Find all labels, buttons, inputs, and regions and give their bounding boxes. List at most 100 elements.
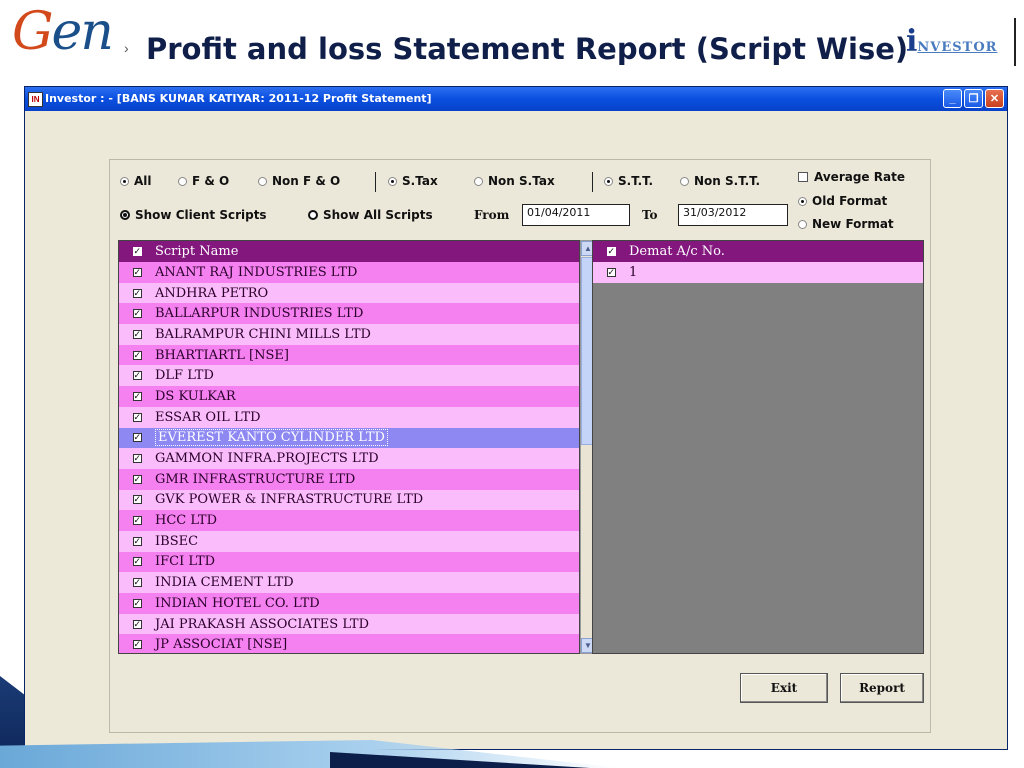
table-row[interactable]: ✓ ANDHRA PETRO bbox=[119, 282, 579, 304]
table-row[interactable]: ✓ BALRAMPUR CHINI MILLS LTD bbox=[119, 324, 579, 345]
report-panel: All F & O Non F & O S.Tax Non S.Tax S.T.… bbox=[109, 159, 931, 733]
demat-grid: ✓ Demat A/c No. ✓ 1 bbox=[592, 240, 924, 654]
select-all-demat-checkbox[interactable]: ✓ bbox=[606, 247, 616, 257]
exit-button[interactable]: Exit bbox=[740, 673, 828, 703]
close-button[interactable]: ✕ bbox=[985, 89, 1004, 108]
row-checkbox[interactable]: ✓ bbox=[132, 391, 142, 401]
radio-icon bbox=[120, 176, 129, 186]
script-name: EVEREST KANTO CYLINDER LTD bbox=[155, 429, 388, 447]
row-checkbox[interactable]: ✓ bbox=[132, 267, 142, 277]
table-row[interactable]: ✓ DLF LTD bbox=[119, 365, 579, 387]
script-name: GAMMON INFRA.PROJECTS LTD bbox=[155, 451, 379, 467]
table-row[interactable]: ✓ 1 bbox=[593, 262, 923, 283]
table-row[interactable]: ✓ GVK POWER & INFRASTRUCTURE LTD bbox=[119, 489, 579, 511]
script-name: BALRAMPUR CHINI MILLS LTD bbox=[155, 326, 371, 342]
radio-icon bbox=[120, 210, 130, 220]
row-checkbox[interactable]: ✓ bbox=[132, 495, 142, 505]
select-all-scripts-checkbox[interactable]: ✓ bbox=[132, 247, 142, 257]
row-checkbox[interactable]: ✓ bbox=[132, 557, 142, 567]
header-divider bbox=[1014, 18, 1016, 66]
script-name: HCC LTD bbox=[155, 513, 218, 529]
radio-fo[interactable]: F & O bbox=[178, 174, 229, 188]
demat-header: Demat A/c No. bbox=[629, 244, 725, 259]
radio-non-stax[interactable]: Non S.Tax bbox=[474, 174, 555, 188]
table-row[interactable]: ✓ INDIA CEMENT LTD bbox=[119, 572, 579, 593]
demat-grid-header: ✓ Demat A/c No. bbox=[593, 241, 923, 262]
table-row[interactable]: ✓ BALLARPUR INDUSTRIES LTD bbox=[119, 303, 579, 325]
script-name: BHARTIARTL [NSE] bbox=[155, 347, 289, 363]
radio-old-format[interactable]: Old Format bbox=[798, 194, 887, 208]
table-row[interactable]: ✓ ANANT RAJ INDUSTRIES LTD bbox=[119, 262, 579, 283]
radio-show-all-scripts[interactable]: Show All Scripts bbox=[308, 208, 433, 222]
app-window: IN Investor : - [BANS KUMAR KATIYAR: 201… bbox=[24, 86, 1008, 750]
from-label: From bbox=[474, 208, 510, 222]
restore-button[interactable]: ❐ bbox=[964, 89, 983, 108]
script-name: JP ASSOCIAT [NSE] bbox=[155, 637, 288, 653]
script-name: IBSEC bbox=[155, 533, 199, 549]
row-checkbox[interactable]: ✓ bbox=[132, 474, 142, 484]
row-checkbox[interactable]: ✓ bbox=[132, 598, 142, 608]
separator bbox=[375, 172, 376, 192]
radio-non-stt[interactable]: Non S.T.T. bbox=[680, 174, 760, 188]
script-name: IFCI LTD bbox=[155, 554, 216, 570]
radio-icon bbox=[680, 176, 689, 186]
row-checkbox[interactable]: ✓ bbox=[132, 412, 142, 422]
table-row[interactable]: ✓ BHARTIARTL [NSE] bbox=[119, 344, 579, 366]
row-checkbox[interactable]: ✓ bbox=[132, 433, 142, 443]
gen-logo: Gen bbox=[12, 2, 114, 62]
script-name: JAI PRAKASH ASSOCIATES LTD bbox=[155, 616, 369, 632]
radio-new-format[interactable]: New Format bbox=[798, 217, 894, 231]
window-title: Investor : - [BANS KUMAR KATIYAR: 2011-1… bbox=[45, 92, 432, 105]
script-name: ANDHRA PETRO bbox=[155, 285, 269, 301]
slide-title: Profit and loss Statement Report (Script… bbox=[146, 32, 909, 66]
window-titlebar[interactable]: IN Investor : - [BANS KUMAR KATIYAR: 201… bbox=[25, 87, 1007, 111]
row-checkbox[interactable]: ✓ bbox=[132, 578, 142, 588]
radio-icon bbox=[604, 176, 613, 186]
table-row[interactable]: ✓ EVEREST KANTO CYLINDER LTD bbox=[119, 427, 579, 449]
row-checkbox[interactable]: ✓ bbox=[132, 516, 142, 526]
table-row[interactable]: ✓ GAMMON INFRA.PROJECTS LTD bbox=[119, 448, 579, 469]
slide-header: Gen › Profit and loss Statement Report (… bbox=[0, 0, 1024, 86]
script-name-header: Script Name bbox=[155, 244, 239, 259]
average-rate-checkbox[interactable]: Average Rate bbox=[798, 170, 905, 184]
radio-all[interactable]: All bbox=[120, 174, 152, 188]
row-checkbox[interactable]: ✓ bbox=[132, 288, 142, 298]
from-date-input[interactable]: 01/04/2011 bbox=[522, 204, 630, 226]
table-row[interactable]: ✓ INDIAN HOTEL CO. LTD bbox=[119, 593, 579, 614]
script-name: INDIA CEMENT LTD bbox=[155, 575, 294, 591]
row-checkbox[interactable]: ✓ bbox=[132, 350, 142, 360]
table-row[interactable]: ✓ GMR INFRASTRUCTURE LTD bbox=[119, 468, 579, 490]
row-checkbox[interactable]: ✓ bbox=[132, 454, 142, 464]
script-name: ESSAR OIL LTD bbox=[155, 409, 261, 425]
row-checkbox[interactable]: ✓ bbox=[132, 619, 142, 629]
table-row[interactable]: ✓ JAI PRAKASH ASSOCIATES LTD bbox=[119, 613, 579, 635]
table-row[interactable]: ✓ IFCI LTD bbox=[119, 551, 579, 573]
row-checkbox[interactable]: ✓ bbox=[132, 309, 142, 319]
script-name: GMR INFRASTRUCTURE LTD bbox=[155, 471, 356, 487]
script-name: BALLARPUR INDUSTRIES LTD bbox=[155, 306, 364, 322]
radio-non-fo[interactable]: Non F & O bbox=[258, 174, 340, 188]
radio-icon bbox=[388, 176, 397, 186]
app-icon: IN bbox=[28, 92, 43, 107]
row-checkbox[interactable]: ✓ bbox=[132, 536, 142, 546]
script-name: DS KULKAR bbox=[155, 388, 236, 404]
row-checkbox[interactable]: ✓ bbox=[132, 640, 142, 650]
radio-show-client-scripts[interactable]: Show Client Scripts bbox=[120, 208, 267, 222]
row-checkbox[interactable]: ✓ bbox=[606, 267, 616, 277]
radio-icon bbox=[798, 196, 807, 206]
table-row[interactable]: ✓ IBSEC bbox=[119, 530, 579, 552]
row-checkbox[interactable]: ✓ bbox=[132, 371, 142, 381]
bullet-arrow-icon: › bbox=[124, 40, 129, 56]
radio-stt[interactable]: S.T.T. bbox=[604, 174, 653, 188]
row-checkbox[interactable]: ✓ bbox=[132, 329, 142, 339]
table-row[interactable]: ✓ DS KULKAR bbox=[119, 386, 579, 407]
checkbox-icon bbox=[798, 172, 808, 182]
table-row[interactable]: ✓ JP ASSOCIAT [NSE] bbox=[119, 634, 579, 653]
radio-stax[interactable]: S.Tax bbox=[388, 174, 438, 188]
table-row[interactable]: ✓ HCC LTD bbox=[119, 510, 579, 531]
table-row[interactable]: ✓ ESSAR OIL LTD bbox=[119, 406, 579, 428]
minimize-button[interactable]: _ bbox=[943, 89, 962, 108]
report-button[interactable]: Report bbox=[840, 673, 924, 703]
to-date-input[interactable]: 31/03/2012 bbox=[678, 204, 788, 226]
demat-number: 1 bbox=[629, 264, 638, 280]
